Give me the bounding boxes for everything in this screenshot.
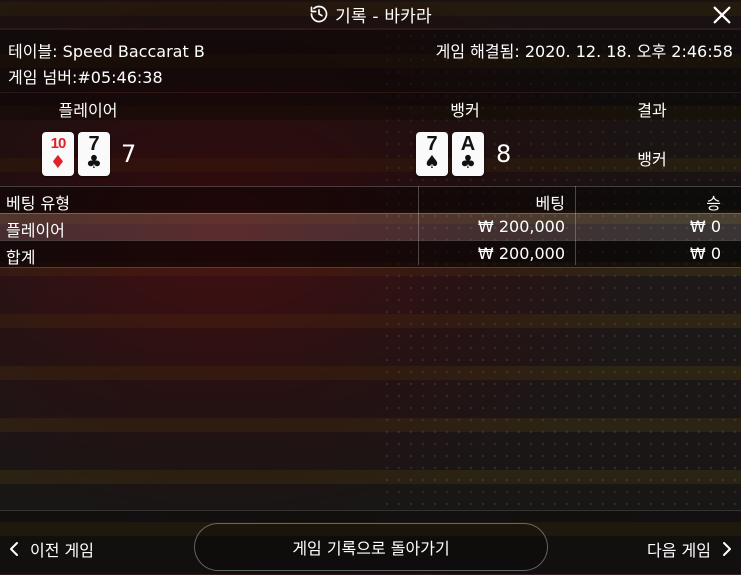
game-number-value: #05:46:38	[77, 68, 163, 87]
next-game-button[interactable]: 다음 게임	[647, 537, 733, 561]
total-win: ₩ 0	[689, 244, 721, 263]
previous-game-label: 이전 게임	[30, 541, 94, 560]
chevron-left-icon	[8, 541, 20, 557]
diamond-icon: ♦	[49, 152, 67, 173]
table-value: Speed Baccarat B	[62, 42, 205, 61]
club-icon: ♣	[459, 152, 477, 173]
footer-nav: 이전 게임 게임 기록으로 돌아가기 다음 게임	[0, 510, 741, 575]
banker-header: 뱅커	[450, 101, 480, 120]
dialog-header: 기록 - 바카라	[0, 0, 741, 28]
game-number-label: 게임 넘버:	[8, 68, 78, 87]
table-row: 플레이어 ₩ 200,000 ₩ 0	[0, 213, 741, 240]
page-title: 기록 - 바카라	[335, 6, 432, 27]
game-info: 테이블: Speed Baccarat B 게임 넘버:#05:46:38 게임…	[0, 30, 741, 92]
bet-table-header: 베팅 유형 베팅 승	[0, 186, 741, 213]
result-header-row: 플레이어 뱅커 결과	[0, 93, 741, 120]
total-row: 합계 ₩ 200,000 ₩ 0	[0, 240, 741, 268]
win-amount: ₩ 0	[689, 217, 721, 236]
club-icon: ♣	[85, 152, 103, 173]
close-button[interactable]	[711, 4, 733, 26]
back-to-history-button[interactable]: 게임 기록으로 돌아가기	[194, 523, 548, 571]
bet-amount: ₩ 200,000	[477, 217, 565, 236]
table-label: 테이블:	[8, 42, 58, 61]
player-header: 플레이어	[58, 101, 118, 120]
spade-icon: ♠	[423, 152, 441, 173]
result-header: 결과	[637, 101, 667, 120]
result-outcome: 뱅커	[637, 150, 667, 169]
previous-game-button[interactable]: 이전 게임	[8, 537, 94, 561]
bet-type-header: 베팅 유형	[6, 194, 70, 213]
chevron-right-icon	[721, 541, 733, 557]
total-label: 합계	[6, 248, 36, 267]
result-row: 10 ♦ 7 ♣ 7 7 ♠ A ♣ 8 뱅커	[0, 120, 741, 186]
column-divider	[418, 186, 419, 265]
resolved-label: 게임 해결됨:	[435, 42, 520, 61]
close-icon[interactable]	[711, 4, 733, 26]
banker-card-2: A ♣	[452, 132, 484, 176]
game-number-info: 게임 넘버:#05:46:38	[8, 64, 163, 88]
banker-card-1: 7 ♠	[416, 132, 448, 176]
banker-score: 8	[496, 140, 512, 168]
next-game-label: 다음 게임	[647, 541, 711, 560]
back-to-history-label: 게임 기록으로 돌아가기	[292, 539, 450, 558]
player-score: 7	[121, 140, 137, 168]
total-bet: ₩ 200,000	[477, 244, 565, 263]
bet-amount-header: 베팅	[535, 194, 565, 213]
resolved-value: 2020. 12. 18. 오후 2:46:58	[524, 42, 733, 61]
player-card-2: 7 ♣	[78, 132, 110, 176]
column-divider	[575, 186, 576, 265]
bet-type: 플레이어	[6, 221, 65, 240]
bet-table: 베팅 유형 베팅 승 플레이어 ₩ 200,000 ₩ 0 합계 ₩ 200,0…	[0, 186, 741, 268]
player-card-1: 10 ♦	[42, 132, 74, 176]
win-header: 승	[706, 194, 721, 213]
resolved-info: 게임 해결됨: 2020. 12. 18. 오후 2:46:58	[436, 38, 733, 62]
history-icon	[309, 4, 329, 24]
title-wrap: 기록 - 바카라	[0, 0, 741, 28]
table-info: 테이블: Speed Baccarat B	[8, 38, 205, 62]
